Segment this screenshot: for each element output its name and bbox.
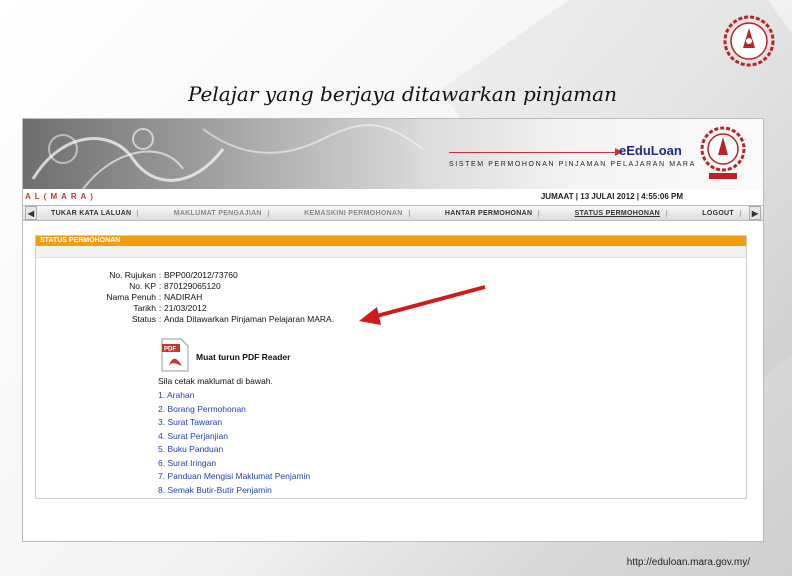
site-banner: eEduLoan SISTEM PERMOHONAN PINJAMAN PELA… (23, 119, 763, 189)
nav-items: TUKAR KATA LALUAN MAKLUMAT PENGAJIAN KEMAS… (39, 209, 747, 217)
mara-crest-icon (700, 126, 746, 179)
document-link-8[interactable]: 8. Semak Butir-Butir Penjamin (158, 485, 272, 495)
nav-scroll-left-icon[interactable]: ◀ (25, 206, 37, 220)
nav-item-kemaskini-permohonan[interactable]: KEMASKINI PERMOHONAN (298, 209, 410, 217)
nav-item-tukar-kata-laluan[interactable]: TUKAR KATA LALUAN (45, 209, 139, 217)
info-label: Nama Penuh (106, 292, 156, 302)
organisation-label: A L ( M A R A ) (25, 192, 94, 201)
info-label: No. KP (129, 281, 156, 291)
document-link-4[interactable]: 4. Surat Perjanjian (158, 431, 228, 441)
date-time-label: JUMAAT | 13 JULAI 2012 | 4:55:06 PM (540, 192, 683, 201)
footer-url: http://eduloan.mara.gov.my/ (626, 557, 750, 568)
nav-item-logout[interactable]: LOGOUT (696, 209, 741, 217)
document-link-5[interactable]: 5. Buku Panduan (158, 444, 223, 454)
banner-swirl-decoration (31, 124, 424, 189)
pdf-reader-link[interactable]: Muat turun PDF Reader (196, 352, 290, 362)
brand-underline (449, 152, 619, 153)
slide-title: Pelajar yang berjaya ditawarkan pinjaman (188, 82, 617, 106)
info-value: BPP00/2012/73760 (164, 270, 238, 280)
info-separator: : (158, 281, 162, 291)
info-value: 870129065120 (164, 281, 221, 291)
mara-logo-icon (723, 15, 775, 67)
status-panel-subheader (36, 246, 746, 258)
svg-text:PDF: PDF (164, 347, 176, 353)
info-row: Tarikh:21/03/2012 (36, 303, 207, 313)
status-panel-header: STATUS PERMOHONAN (36, 236, 746, 246)
info-separator: : (158, 303, 162, 313)
info-label: Tarikh (133, 303, 156, 313)
print-instruction: Sila cetak maklumat di bawah. (158, 376, 273, 386)
info-label: No. Rujukan (109, 270, 156, 280)
info-value: 21/03/2012 (164, 303, 207, 313)
document-link-1[interactable]: 1. Arahan (158, 390, 194, 400)
info-separator: : (158, 314, 162, 324)
document-link-7[interactable]: 7. Panduan Mengisi Maklumat Penjamin (158, 471, 310, 481)
nav-scroll-right-icon[interactable]: ▶ (749, 206, 761, 220)
document-link-6[interactable]: 6. Surat Iringan (158, 458, 216, 468)
pdf-file-icon[interactable]: PDF (160, 338, 190, 372)
info-row: Nama Penuh: NADIRAH (36, 292, 202, 302)
info-separator: : (158, 270, 162, 280)
nav-item-status-permohonan[interactable]: STATUS PERMOHONAN (569, 209, 667, 217)
info-separator: : (158, 292, 162, 302)
document-link-2[interactable]: 2. Borang Permohonan (158, 404, 246, 414)
info-row: No. KP:870129065120 (36, 281, 221, 291)
info-row: Status: Anda Ditawarkan Pinjaman Pelajara… (36, 314, 334, 324)
status-panel: STATUS PERMOHONAN No. Rujukan: BPP00/2012… (35, 235, 747, 499)
brand-subtitle: SISTEM PERMOHONAN PINJAMAN PELAJARAN MAR… (449, 161, 696, 168)
document-link-3[interactable]: 3. Surat Tawaran (158, 417, 222, 427)
brand-name: eEduLoan (619, 143, 682, 158)
main-nav: ◀ TUKAR KATA LALUAN MAKLUMAT PENGAJIAN KEM… (23, 205, 763, 221)
nav-item-hantar-permohonan[interactable]: HANTAR PERMOHONAN (439, 209, 540, 217)
info-value: NADIRAH (164, 292, 203, 302)
info-bar: A L ( M A R A ) JUMAAT | 13 JULAI 2012 |… (23, 189, 763, 205)
info-row: No. Rujukan: BPP00/2012/73760 (36, 270, 238, 280)
eduloan-screenshot: eEduLoan SISTEM PERMOHONAN PINJAMAN PELA… (22, 118, 764, 542)
info-label: Status (131, 314, 156, 324)
nav-item-maklumat-pengajian[interactable]: MAKLUMAT PENGAJIAN (168, 209, 269, 217)
info-value: Anda Ditawarkan Pinjaman Pelajaran MARA. (164, 314, 335, 324)
